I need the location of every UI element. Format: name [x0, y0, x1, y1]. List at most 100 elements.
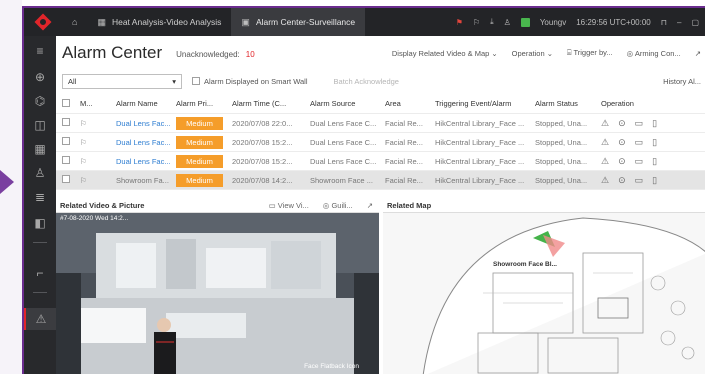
nav-divider — [33, 292, 47, 293]
column-header[interactable]: Area — [379, 99, 429, 108]
analysis-icon: ▦ — [97, 16, 106, 27]
status-icon[interactable] — [520, 17, 530, 27]
export-icon[interactable]: ↗ — [695, 49, 701, 58]
chat-icon[interactable]: ▭ — [635, 118, 644, 129]
play-icon[interactable]: ⊙ — [618, 137, 626, 148]
alarm-bell-icon[interactable]: ⚑ — [456, 18, 463, 27]
alarm-nav-icon[interactable]: ⚠ — [24, 308, 56, 330]
map-panel-header: Related Map — [383, 198, 705, 213]
display-related-button[interactable]: Display Related Video & Map ⌄ — [392, 49, 498, 58]
chat-icon[interactable]: ▭ — [635, 137, 644, 148]
panel-icon[interactable]: ◧ — [24, 212, 56, 234]
column-header[interactable]: Alarm Time (C... — [226, 99, 304, 108]
user-name[interactable]: Youngv — [540, 18, 566, 27]
play-icon[interactable]: ⊙ — [618, 118, 626, 129]
alarm-name[interactable]: Dual Lens Fac... — [110, 119, 170, 128]
home-tab[interactable]: ⌂ — [62, 8, 87, 36]
row-select[interactable] — [56, 156, 74, 166]
face-scan-icon[interactable]: ⌬ — [24, 90, 56, 112]
column-header: Operation — [601, 99, 634, 108]
view-video-button[interactable]: ▭ View Vi... — [269, 201, 309, 210]
list-icon[interactable]: ≣ — [24, 186, 56, 208]
filter-value: All — [68, 76, 77, 86]
trigger-button[interactable]: ⌸ Trigger by... — [567, 48, 613, 58]
left-nav: ≡ ⊕ ⌬ ◫ ▦ ♙ ≣ ◧ ⌐ ⚠ — [24, 36, 56, 374]
select-all-checkbox[interactable] — [62, 98, 70, 107]
user-icon[interactable]: ♙ — [24, 162, 56, 184]
row-checkbox[interactable] — [62, 137, 70, 145]
select-all-cell[interactable] — [56, 98, 74, 109]
flag-icon[interactable]: ⚐ — [74, 176, 110, 185]
door-icon[interactable]: ⌐ — [24, 262, 56, 284]
chat-icon[interactable]: ▭ — [635, 156, 644, 167]
table-row[interactable]: ⚐ Showroom Fa... Medium 2020/07/08 14:2.… — [56, 171, 705, 190]
column-header[interactable]: Alarm Status — [529, 99, 595, 108]
minimize-icon[interactable]: – — [677, 18, 681, 27]
table-row[interactable]: ⚐ Dual Lens Fac... Medium 2020/07/08 15:… — [56, 152, 705, 171]
column-header[interactable]: Alarm Name — [110, 99, 170, 108]
operation-button[interactable]: Operation ⌄ — [512, 49, 553, 58]
video-scene — [56, 213, 379, 374]
floor-map[interactable]: Showroom Face Bl... — [383, 213, 705, 374]
download-icon[interactable]: ⤓ — [490, 17, 494, 27]
row-select[interactable] — [56, 118, 74, 128]
column-header[interactable]: M... — [74, 99, 110, 108]
grid-icon[interactable]: ▦ — [24, 138, 56, 160]
unacknowledged-label: Unacknowledged: — [176, 50, 240, 59]
tab-label: Heat Analysis-Video Analysis — [111, 17, 222, 27]
ack-icon[interactable]: ⚠ — [601, 118, 609, 129]
row-select[interactable] — [56, 137, 74, 147]
column-header[interactable]: Alarm Source — [304, 99, 379, 108]
priority-cell: Medium — [170, 173, 226, 187]
tab-alarm-center[interactable]: ▣ Alarm Center-Surveillance — [231, 8, 366, 36]
alarm-tab-icon: ▣ — [241, 16, 250, 27]
guild-button[interactable]: ◎ Guili... — [323, 201, 353, 210]
flag-icon[interactable]: ⚐ — [74, 157, 110, 166]
video-panel-title: Related Video & Picture — [60, 200, 145, 210]
alarm-name[interactable]: Dual Lens Fac... — [110, 138, 170, 147]
video-feed[interactable]: #7-08-2020 Wed 14:2... Face Flatback Ico… — [56, 213, 379, 374]
person-icon[interactable]: ♙ — [504, 18, 511, 27]
ack-icon[interactable]: ⚠ — [601, 175, 609, 186]
chat-icon[interactable]: ▭ — [635, 175, 644, 186]
layout-icon[interactable]: ◫ — [24, 114, 56, 136]
doc-icon[interactable]: ▯ — [652, 175, 657, 186]
batch-acknowledge-button[interactable]: Batch Acknowledge — [334, 77, 399, 86]
lock-icon[interactable]: ⊓ — [661, 18, 667, 27]
map-panel-title: Related Map — [387, 200, 432, 210]
notification-icon[interactable]: ⚐ — [473, 18, 480, 27]
row-checkbox[interactable] — [62, 118, 70, 126]
tab-heat-analysis[interactable]: ▦ Heat Analysis-Video Analysis — [87, 8, 231, 36]
flag-icon[interactable]: ⚐ — [74, 138, 110, 147]
flag-icon[interactable]: ⚐ — [74, 119, 110, 128]
doc-icon[interactable]: ▯ — [652, 137, 657, 148]
ack-icon[interactable]: ⚠ — [601, 137, 609, 148]
smartwall-checkbox[interactable] — [192, 77, 200, 85]
table-row[interactable]: ⚐ Dual Lens Fac... Medium 2020/07/08 15:… — [56, 133, 705, 152]
play-icon[interactable]: ⊙ — [618, 156, 626, 167]
ack-icon[interactable]: ⚠ — [601, 156, 609, 167]
alarm-name[interactable]: Dual Lens Fac... — [110, 157, 170, 166]
column-header[interactable]: Triggering Event/Alarm — [429, 99, 529, 108]
alarm-name[interactable]: Showroom Fa... — [110, 176, 170, 185]
column-header[interactable]: Alarm Pri... — [170, 99, 226, 108]
menu-icon[interactable]: ≡ — [24, 40, 56, 62]
restore-icon[interactable]: ▢ — [691, 18, 699, 27]
priority-cell: Medium — [170, 154, 226, 168]
arming-button[interactable]: ◎ Arming Con... — [627, 49, 681, 58]
history-alarm-button[interactable]: History Al... — [663, 77, 705, 86]
row-select[interactable] — [56, 175, 74, 185]
smartwall-option[interactable]: Alarm Displayed on Smart Wall — [192, 77, 308, 86]
map-camera-label[interactable]: Showroom Face Bl... — [493, 261, 557, 268]
doc-icon[interactable]: ▯ — [652, 118, 657, 129]
row-checkbox[interactable] — [62, 175, 70, 183]
doc-icon[interactable]: ▯ — [652, 156, 657, 167]
row-operations: ⚠ ⊙ ▭ ▯ — [595, 118, 695, 129]
expand-icon[interactable]: ↗ — [367, 201, 373, 210]
row-checkbox[interactable] — [62, 156, 70, 164]
filter-select[interactable]: All ▾ — [62, 73, 182, 89]
globe-icon[interactable]: ⊕ — [24, 66, 56, 88]
table-row[interactable]: ⚐ Dual Lens Fac... Medium 2020/07/08 22:… — [56, 114, 705, 133]
alarm-area: Facial Re... — [385, 175, 423, 185]
play-icon[interactable]: ⊙ — [618, 175, 626, 186]
